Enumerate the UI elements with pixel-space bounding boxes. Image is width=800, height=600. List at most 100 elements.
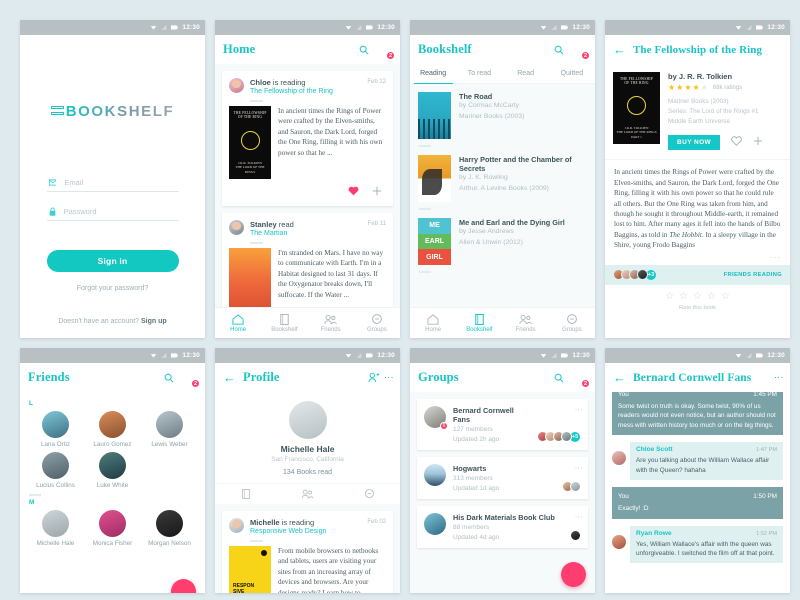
tab-to-read[interactable]: To read [456,64,502,83]
friends-list: L Lana Ortiz Lauro Gomez Lewis Weber Luc… [20,392,205,593]
star-outline-icon[interactable]: ☆ [721,291,730,302]
email-field-row[interactable] [46,174,179,192]
add-friend-fab[interactable] [171,579,196,593]
feed-post[interactable]: Stanley read The Martian Feb 11 I'm stra… [222,213,393,307]
feed-post[interactable]: Michelle is reading Responsive Web Desig… [222,511,393,593]
profile-tab-groups[interactable] [338,484,400,504]
book-list-item[interactable]: Harry Potter and the Chamber of Secrets … [410,147,595,202]
battery-icon [366,25,374,30]
post-excerpt: From mobile browsers to netbooks and tab… [278,547,379,593]
nav-item-groups[interactable]: Groups [354,313,400,333]
add-icon[interactable] [372,183,382,201]
nav-item-home[interactable]: Home [410,313,456,333]
friends-reading-bar[interactable]: +3 FRIENDS READING [605,264,790,285]
nav-item-groups[interactable]: Groups [549,313,595,333]
buy-now-button[interactable]: BUY NOW [668,134,721,150]
chat-icon [364,489,374,499]
chat-message-other: Ryan Rowe 1:52 PM Yes, William Wallace's… [630,525,783,564]
star-outline-icon[interactable]: ☆ [679,291,688,302]
friend-item[interactable]: Lana Ortiz [27,411,84,448]
tab-reading[interactable]: Reading [410,64,456,84]
avatar[interactable]: 2 [570,41,590,60]
friend-item[interactable]: Luke White [84,452,141,489]
avatar[interactable]: 2 [570,369,590,388]
status-time: 12:30 [767,24,785,31]
friend-name: Morgan Nelson [148,540,191,547]
feed-list: Michelle is reading Responsive Web Desig… [215,504,400,593]
nav-item-bookshelf[interactable]: Bookshelf [261,313,307,333]
back-arrow-icon[interactable]: ← [613,43,626,56]
add-icon[interactable] [753,133,763,151]
tab-quitted[interactable]: Quitted [549,64,595,83]
password-input[interactable] [63,207,179,216]
add-person-icon[interactable] [368,372,380,383]
friend-item[interactable]: Lewis Weber [141,411,198,448]
friend-item[interactable]: Lauro Gomez [84,411,141,448]
more-options-icon[interactable]: ⋮ [774,373,784,382]
book-cover: ME EARL GIRL [418,218,451,266]
heart-outline-icon[interactable] [731,133,742,151]
friend-item[interactable]: Morgan Nelson [141,510,198,547]
signup-link[interactable]: Sign up [141,318,167,325]
search-icon[interactable] [554,373,564,383]
sign-in-button[interactable]: Sign in [46,250,179,272]
create-group-fab[interactable] [561,562,586,587]
search-icon[interactable] [164,373,174,383]
star-outline-icon[interactable]: ☆ [665,291,674,302]
profile-tab-friends[interactable] [277,484,339,504]
app-bar-home: Home 2 [215,35,400,64]
signal-icon [746,25,752,30]
book-list-item[interactable]: ME EARL GIRL Me and Earl and the Dying Gir… [410,210,595,266]
book-cover[interactable] [229,248,271,307]
back-arrow-icon[interactable]: ← [223,371,236,384]
expand-description-button[interactable]: ··· [605,252,790,265]
friend-item[interactable]: Lucius Collins [27,452,84,489]
email-input[interactable] [64,178,179,187]
search-icon[interactable] [554,45,564,55]
book-list-item[interactable]: The Road by Cormac McCarty Mariner Books… [410,84,595,139]
more-options-icon[interactable]: ⋮ [574,513,583,521]
avatar [612,534,626,549]
profile-header: Michelle Hale San Francisco, California … [215,392,400,504]
post-book-title[interactable]: The Fellowship of the Ring [250,88,333,95]
password-field-row[interactable] [46,203,179,221]
nav-item-friends[interactable]: Friends [503,314,549,333]
search-icon[interactable] [359,45,369,55]
nav-item-home[interactable]: Home [215,313,261,333]
page-title: Groups [418,370,459,384]
group-list-item[interactable]: Hogwarts 313 members Updated 1d ago ⋮ [417,457,588,499]
group-list-item[interactable]: His Dark Materials Book Club 88 members … [417,506,588,548]
feed-post[interactable]: Chloe is reading The Fellowship of the R… [222,71,393,206]
book-cover[interactable]: THE FELLOWSHIP OF THE RING J.R.R. TOLKIEN… [229,106,271,179]
heart-filled-icon[interactable] [348,183,359,201]
nav-item-friends[interactable]: Friends [308,314,354,333]
book-title: Me and Earl and the Dying Girl [459,218,565,227]
book-cover[interactable]: RESPONSIVEWEBDESIGN [229,546,271,593]
avatar [561,431,572,442]
more-options-icon[interactable]: ⋮ [574,464,583,472]
avatar[interactable]: 2 [375,41,395,60]
back-arrow-icon[interactable]: ← [613,371,626,384]
group-list-item[interactable]: 6 Bernard Cornwell Fans 127 members Upda… [417,399,588,450]
wifi-icon [346,26,352,30]
nav-item-bookshelf[interactable]: Bookshelf [456,313,502,333]
signup-row: Doesn't have an account? Sign up [58,318,166,325]
more-options-icon[interactable]: ⋮ [384,373,394,382]
book-publisher: Mariner Books (2003) [459,113,525,121]
star-outline-icon[interactable]: ☆ [693,291,702,302]
friend-item[interactable]: Michelle Hale [27,510,84,547]
app-logo: BOOKSHELF [50,103,175,120]
profile-location: San Francisco, California [271,456,344,463]
friend-item[interactable]: Monica Fisher [84,510,141,547]
star-outline-icon[interactable]: ☆ [707,291,716,302]
avatar[interactable]: 2 [180,369,200,388]
tab-read[interactable]: Read [503,64,549,83]
more-options-icon[interactable]: ⋮ [574,406,583,414]
post-book-title[interactable]: Responsive Web Design [250,528,327,535]
rate-stars[interactable]: ☆ ☆ ☆ ☆ ☆ [605,291,790,302]
group-members: 127 members [453,426,493,433]
profile-tab-books[interactable] [215,484,277,504]
forgot-password-link[interactable]: Forgot your password? [77,285,149,292]
rating-count: 68k ratings [712,85,743,91]
post-book-title[interactable]: The Martian [250,230,294,237]
